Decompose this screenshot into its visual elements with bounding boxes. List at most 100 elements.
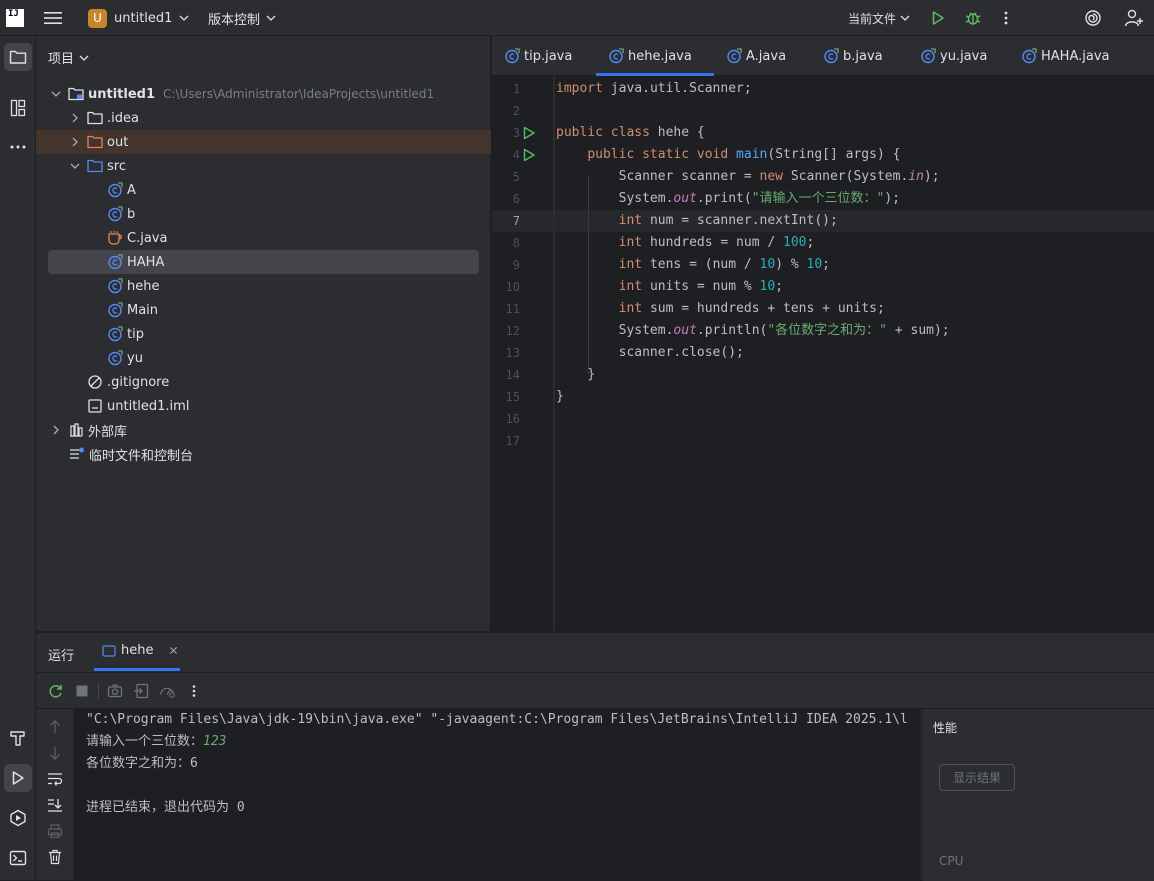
vcs-label: 版本控制 [208,12,261,28]
scroll-up-button[interactable] [47,719,63,735]
line-number: 3 [512,126,520,140]
code-line[interactable]: } [556,386,564,408]
intellij-logo[interactable]: IJ [6,9,24,27]
tree-item-class-hehe[interactable]: hehe [36,274,491,298]
run-config-selector[interactable]: 当前文件 [848,0,910,36]
code-line[interactable]: import java.util.Scanner; [556,78,752,100]
terminal-tool-button[interactable] [4,844,32,872]
code-line[interactable]: System.out.println("各位数字之和为：" + sum); [556,320,950,342]
code-line[interactable]: int num = scanner.nextInt(); [556,210,838,232]
code-editor[interactable]: 1 2 3 4 5 6 7 8 9 10 11 12 13 14 15 16 17 import java.ut… [492,76,1154,631]
line-number: 7 [512,214,520,228]
tab-yu-java[interactable]: yu.java [920,36,987,76]
tree-label: hehe [127,278,160,294]
services-tool-button[interactable] [4,804,32,832]
run-tool-button[interactable] [4,764,32,792]
more-options-button[interactable] [186,683,202,699]
console-prompt: 请输入一个三位数： [86,734,204,749]
chevron-right-icon[interactable] [69,136,81,148]
tree-item-c-java[interactable]: C.java [36,226,491,250]
tree-label: out [107,134,129,150]
code-line[interactable]: scanner.close(); [556,342,744,364]
console-prompt-line: 请输入一个三位数：123 [86,731,227,753]
library-icon [68,422,84,438]
build-tool-button[interactable] [4,724,32,752]
tree-item-class-a[interactable]: A [36,178,491,202]
chevron-right-icon[interactable] [69,112,81,124]
more-actions-button[interactable] [1002,0,1010,36]
tab-tip-java[interactable]: tip.java [504,36,572,76]
vcs-menu[interactable]: 版本控制 [208,0,276,36]
tree-item-out[interactable]: out [36,130,491,154]
chevron-right-icon[interactable] [50,424,62,436]
scroll-to-end-button[interactable] [47,797,63,813]
stop-button[interactable] [74,683,90,699]
tree-item-class-haha[interactable]: HAHA [48,250,479,274]
tree-item-class-b[interactable]: b [36,202,491,226]
tree-item-gitignore[interactable]: .gitignore [36,370,491,394]
project-switcher[interactable]: U untitled1 [88,0,189,36]
tree-item-class-main[interactable]: Main [36,298,491,322]
code-line[interactable]: int hundreds = num / 100; [556,232,815,254]
run-gutter-icon[interactable] [521,125,537,141]
run-side-toolbar [36,709,74,881]
run-gutter-icon[interactable] [521,147,537,163]
tab-b-java[interactable]: b.java [823,36,883,76]
tree-item-idea[interactable]: .idea [36,106,491,130]
code-line[interactable]: } [556,364,595,386]
chevron-down-icon[interactable] [69,160,81,172]
rerun-button[interactable] [48,683,64,699]
folder-icon [87,110,103,126]
tree-item-external-libraries[interactable]: 外部库 [36,418,491,442]
ai-assistant-button[interactable] [1084,0,1102,36]
print-button[interactable] [47,823,63,839]
code-line[interactable]: int tens = (num / 10) % 10; [556,254,830,276]
tree-item-class-yu[interactable]: yu [36,346,491,370]
profiler-button[interactable] [159,683,175,699]
project-panel-header[interactable]: 项目 [48,48,89,67]
tree-label: HAHA [127,254,165,270]
tree-item-class-tip[interactable]: tip [36,322,491,346]
close-icon[interactable] [700,51,702,61]
java-class-icon [726,48,742,64]
code-line[interactable]: Scanner scanner = new Scanner(System.in)… [556,166,940,188]
project-tool-button[interactable] [4,43,32,71]
tree-item-scratches[interactable]: 临时文件和控制台 [36,442,491,466]
code-line[interactable]: public static void main(String[] args) { [556,144,900,166]
tab-a-java[interactable]: A.java [726,36,786,76]
console-output[interactable]: "C:\Program Files\Java\jdk-19\bin\java.e… [74,709,921,881]
code-line[interactable]: int units = num % 10; [556,276,783,298]
tree-item-src[interactable]: src [36,154,491,178]
chevron-down-icon [179,15,189,21]
tab-haha-java[interactable]: HAHA.java [1021,36,1109,76]
tab-label: yu.java [940,48,988,64]
project-name: untitled1 [114,10,173,26]
scroll-down-button[interactable] [47,745,63,761]
code-line[interactable]: public class hehe { [556,122,705,144]
run-button[interactable] [930,0,946,36]
line-number: 11 [505,302,520,316]
tab-run-hehe[interactable]: hehe [94,633,180,671]
project-badge: U [88,8,107,28]
chevron-down-icon [79,55,89,61]
structure-tool-button[interactable] [4,94,32,122]
close-icon[interactable] [169,646,178,655]
show-results-button[interactable]: 显示结果 [939,764,1015,791]
tab-hehe-java[interactable]: hehe.java [596,36,714,76]
add-user-button[interactable] [1124,0,1144,36]
import-icon [134,683,149,699]
import-button[interactable] [133,683,149,699]
more-tools-button[interactable] [4,133,32,161]
main-menu-button[interactable] [44,0,62,36]
tree-item-untitled1[interactable]: untitled1 C:\Users\Administrator\IdeaPro… [36,82,491,106]
soft-wrap-button[interactable] [47,771,63,787]
chevron-down-icon[interactable] [50,88,62,100]
code-line[interactable]: System.out.print("请输入一个三位数："); [556,188,900,210]
tree-item-iml[interactable]: untitled1.iml [36,394,491,418]
run-config-icon [102,644,116,657]
chevron-down-icon [266,15,276,21]
snapshot-button[interactable] [107,683,123,699]
clear-all-button[interactable] [47,849,63,865]
debug-button[interactable] [964,0,982,36]
code-line[interactable]: int sum = hundreds + tens + units; [556,298,885,320]
